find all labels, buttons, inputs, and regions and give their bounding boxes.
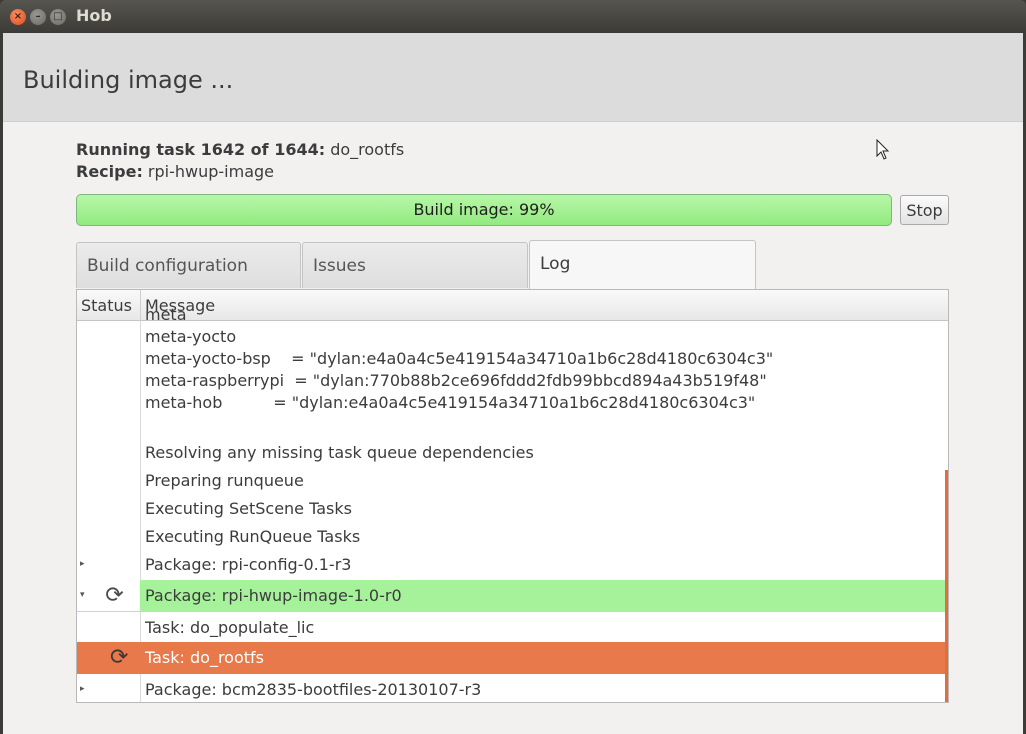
log-row[interactable]: Preparing runqueue	[77, 465, 945, 496]
log-row-task[interactable]: Task: do_populate_lic	[77, 612, 945, 643]
log-row-message: Package: bcm2835-bootfiles-20130107-r3	[145, 680, 482, 699]
main-window: Building image ... Running task 1642 of …	[3, 33, 1023, 734]
log-line: meta-yocto-bsp = "dylan:e4a0a4c5e419154a…	[145, 349, 774, 368]
log-scrollbar[interactable]	[945, 470, 948, 702]
progress-label: Build image: 99%	[413, 200, 555, 219]
header: Building image ...	[3, 33, 1023, 122]
log-row[interactable]: Executing RunQueue Tasks	[77, 521, 945, 552]
expand-arrow-icon[interactable]: ▸	[80, 674, 85, 702]
recipe-line: Recipe: rpi-hwup-image	[76, 162, 274, 181]
log-row-message: Package: rpi-hwup-image-1.0-r0	[145, 586, 402, 605]
maximize-icon[interactable]: □	[50, 9, 66, 25]
log-line-partial: meta	[145, 305, 187, 320]
recipe-value: rpi-hwup-image	[142, 162, 275, 181]
expand-arrow-icon[interactable]: ▸	[80, 549, 85, 580]
close-icon[interactable]: ×	[10, 9, 26, 25]
running-task-value: do_rootfs	[325, 140, 405, 159]
log-row-message: Resolving any missing task queue depende…	[145, 443, 534, 462]
running-task-line: Running task 1642 of 1644: do_rootfs	[76, 140, 404, 159]
log-row-package-running[interactable]: ⟳ ▾ Package: rpi-hwup-image-1.0-r0	[77, 580, 945, 612]
build-progress-bar: Build image: 99%	[76, 194, 892, 226]
log-row[interactable]: Executing SetScene Tasks	[77, 493, 945, 524]
log-row-message: Executing RunQueue Tasks	[145, 527, 361, 546]
stop-button[interactable]: Stop	[900, 195, 949, 225]
refresh-icon: ⟳	[77, 580, 140, 611]
log-row-message: Preparing runqueue	[145, 471, 304, 490]
collapse-arrow-icon[interactable]: ▾	[80, 580, 85, 611]
mouse-pointer-icon	[876, 139, 890, 160]
log-row-package[interactable]: ▸ Package: bcm2835-bootfiles-20130107-r3	[77, 674, 945, 702]
page-title: Building image ...	[23, 66, 234, 94]
recipe-label: Recipe:	[76, 162, 143, 181]
running-task-label: Running task 1642 of 1644:	[76, 140, 326, 159]
window-title: Hob	[76, 6, 112, 25]
tab-log[interactable]: Log	[529, 240, 756, 289]
log-row-message: Package: rpi-config-0.1-r3	[145, 555, 352, 574]
status-column-header[interactable]: Status	[77, 290, 141, 321]
log-row-task-active[interactable]: ⟳ Task: do_rootfs	[77, 642, 945, 674]
log-row[interactable]: Resolving any missing task queue depende…	[77, 437, 945, 468]
log-row-package[interactable]: ▸ Package: rpi-config-0.1-r3	[77, 549, 945, 580]
log-panel: Status Message meta meta-yocto meta-yoct…	[76, 289, 949, 703]
log-line: meta-yocto	[145, 327, 237, 346]
log-line: meta-hob = "dylan:e4a0a4c5e419154a34710a…	[145, 393, 756, 412]
log-row-message: Task: do_rootfs	[145, 648, 264, 667]
log-row-message: Executing SetScene Tasks	[145, 499, 352, 518]
tab-issues[interactable]: Issues	[302, 242, 528, 288]
tab-build-configuration[interactable]: Build configuration	[76, 242, 301, 288]
log-line: meta-raspberrypi = "dylan:770b88b2ce696f…	[145, 371, 767, 390]
log-row-message: Task: do_populate_lic	[145, 618, 315, 637]
title-bar: × – □ Hob	[0, 0, 1026, 33]
minimize-icon[interactable]: –	[30, 9, 46, 25]
refresh-icon: ⟳	[110, 645, 129, 670]
log-column-header: Status Message	[77, 290, 948, 321]
